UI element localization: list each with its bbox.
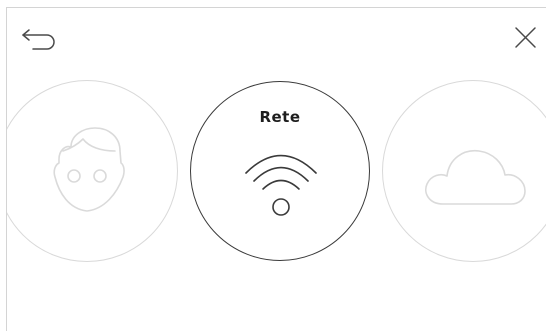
- carousel-item-profile[interactable]: [7, 80, 178, 262]
- carousel-item-network[interactable]: Rete: [190, 81, 370, 261]
- close-icon: [515, 27, 536, 48]
- cloud-icon: [425, 150, 526, 205]
- wifi-icon: [245, 154, 317, 216]
- back-arrow-icon: [22, 29, 55, 50]
- user-face-icon: [53, 127, 125, 212]
- back-button[interactable]: [15, 21, 55, 57]
- carousel-item-cloud[interactable]: [382, 80, 546, 262]
- close-button[interactable]: [505, 21, 545, 57]
- screen-frame: Rete: [6, 7, 546, 331]
